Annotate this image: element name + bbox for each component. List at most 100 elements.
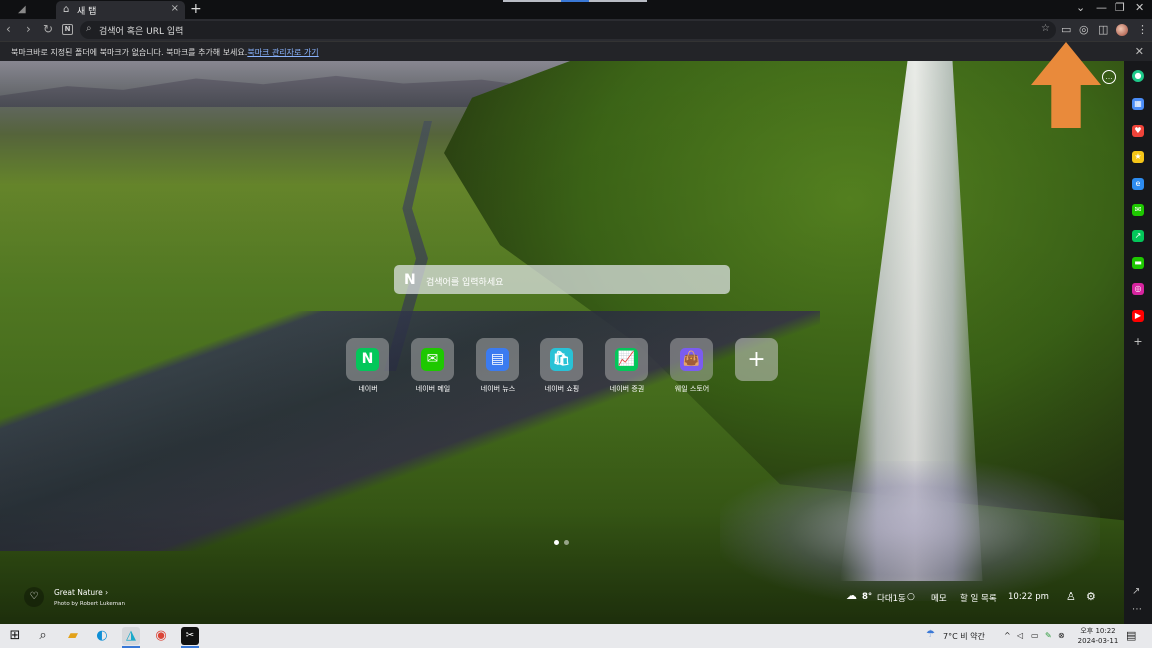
- chevron-right-icon: ›: [105, 588, 109, 597]
- shortcut-naver-mail[interactable]: ✉ 네이버 메일: [403, 338, 463, 398]
- sidebar-star-icon[interactable]: ★: [1132, 151, 1144, 163]
- profile-avatar[interactable]: [1116, 24, 1128, 36]
- taskbar-date: 2024-03-11: [1077, 637, 1119, 645]
- address-input[interactable]: 검색어 혹은 URL 입력: [99, 24, 183, 37]
- forward-icon[interactable]: ›: [26, 22, 31, 36]
- new-tab-icon: ⌂: [63, 4, 70, 15]
- whale-icon[interactable]: ◮: [122, 627, 140, 645]
- todo-link[interactable]: 할 일 목록: [960, 592, 997, 604]
- menu-icon[interactable]: ⋮: [1137, 23, 1148, 36]
- tray-app-icon[interactable]: ✎: [1045, 631, 1052, 640]
- shortcut-label: 웨일 스토어: [674, 385, 710, 393]
- chat-bubble-icon[interactable]: …: [1102, 70, 1116, 84]
- search-input[interactable]: 검색어를 입력하세요: [426, 275, 503, 288]
- whale-logo-icon: ◢: [18, 4, 26, 15]
- title-bar: ◢ ⌂ 새 탭 × + ⌄ — ❐ ✕: [0, 0, 1152, 19]
- windows-start-icon[interactable]: ⊞: [6, 627, 24, 645]
- weather-temperature[interactable]: 8°: [862, 592, 872, 602]
- close-window-icon[interactable]: ✕: [1135, 1, 1144, 14]
- taskbar-weather[interactable]: 7°C 비 약간: [943, 631, 985, 642]
- sidebar-youtube-icon[interactable]: ▶: [1132, 310, 1144, 322]
- address-bar[interactable]: ⌕ 검색어 혹은 URL 입력 ☆: [80, 21, 1056, 39]
- window-indicator: [503, 0, 561, 2]
- sidebar: ● ▦ ♥ ★ e ✉ ↗ ▬ ◎ ▶ + ↗ ⋯: [1124, 61, 1152, 624]
- clock-time: 10:22 pm: [1008, 592, 1049, 602]
- edge-icon[interactable]: ◐: [93, 627, 111, 645]
- stock-chart-icon: 📈: [615, 348, 638, 371]
- user-icon[interactable]: ♙: [1066, 590, 1076, 603]
- taskbar-clock[interactable]: 오후 10:22 2024-03-11: [1076, 626, 1120, 646]
- notification-icon[interactable]: ▤: [1126, 629, 1140, 643]
- shortcut-tile[interactable]: ✉: [411, 338, 454, 381]
- window-indicator: [589, 0, 647, 2]
- favorite-heart-icon[interactable]: ♡: [24, 587, 44, 607]
- volume-icon[interactable]: ◁: [1017, 631, 1023, 640]
- network-icon[interactable]: ▭: [1031, 631, 1039, 640]
- sidebar-green-circle-icon[interactable]: ●: [1132, 70, 1144, 82]
- tab-title: 새 탭: [77, 7, 97, 17]
- reload-icon[interactable]: ↻: [43, 22, 53, 36]
- shortcut-naver-shopping[interactable]: 🛍 네이버 쇼핑: [532, 338, 592, 398]
- sidebar-instagram-icon[interactable]: ◎: [1132, 283, 1144, 295]
- sidebar-more-icon[interactable]: ⋯: [1132, 604, 1142, 615]
- taskbar-time: 오후 10:22: [1080, 627, 1116, 635]
- shortcut-naver-stock[interactable]: 📈 네이버 증권: [597, 338, 657, 398]
- tab-list-chevron-icon[interactable]: ⌄: [1076, 1, 1085, 14]
- gear-icon[interactable]: ⚙: [1086, 590, 1096, 603]
- page-dot-active[interactable]: [554, 540, 559, 545]
- sidebar-chat-icon[interactable]: ▬: [1132, 257, 1144, 269]
- weather-cloud-icon: ☁: [846, 589, 857, 602]
- location-pin-icon: ○: [907, 592, 915, 602]
- shortcut-tile[interactable]: N: [346, 338, 389, 381]
- windows-taskbar: ⊞ ⌕ ▰ ◐ ◮ ◉ ✂ ☂ 7°C 비 약간 ^ ◁ ▭ ✎ ⊗ 오후 10…: [0, 624, 1152, 648]
- tab-close-icon[interactable]: ×: [171, 3, 179, 14]
- sidebar-add-icon[interactable]: +: [1132, 336, 1144, 348]
- sidebar-external-link-icon[interactable]: ↗: [1132, 586, 1140, 597]
- shortcut-naver[interactable]: N 네이버: [338, 338, 398, 398]
- shortcut-tile[interactable]: 📈: [605, 338, 648, 381]
- minimize-icon[interactable]: —: [1096, 1, 1107, 14]
- shopping-icon: 🛍: [550, 348, 573, 371]
- weather-rain-icon: ☂: [926, 629, 935, 640]
- tab-new-tab[interactable]: ⌂ 새 탭 ×: [56, 1, 185, 19]
- bookmark-message: 북마크바로 지정된 폴더에 북마크가 없습니다. 북마크를 추가해 보세요.북마…: [11, 48, 319, 57]
- sidebar-pocket-icon[interactable]: ♥: [1132, 125, 1144, 137]
- weather-location[interactable]: 다대1동: [877, 592, 906, 604]
- shortcut-whale-store[interactable]: 👜 웨일 스토어: [662, 338, 722, 398]
- capcut-icon[interactable]: ✂: [181, 627, 199, 645]
- shortcut-tile[interactable]: 👜: [670, 338, 713, 381]
- bookmark-manager-link[interactable]: 북마크 관리자로 가기: [247, 48, 318, 57]
- photo-credit: Photo by Robert Lukeman: [54, 601, 125, 607]
- shortcut-tile[interactable]: 🛍: [540, 338, 583, 381]
- naver-icon: N: [356, 348, 379, 371]
- sidebar-calendar-icon[interactable]: ▦: [1132, 98, 1144, 110]
- search-icon: ⌕: [86, 23, 92, 34]
- shortcut-naver-news[interactable]: ▤ 네이버 뉴스: [468, 338, 528, 398]
- tray-chevron-up-icon[interactable]: ^: [1004, 631, 1011, 640]
- file-explorer-icon[interactable]: ▰: [64, 627, 82, 645]
- shortcut-tile[interactable]: ▤: [476, 338, 519, 381]
- memo-link[interactable]: 메모: [931, 592, 947, 604]
- sidebar-translate-icon[interactable]: e: [1132, 178, 1144, 190]
- restore-icon[interactable]: ❐: [1115, 1, 1125, 14]
- capture-icon[interactable]: ◎: [1079, 23, 1089, 36]
- tray-blocked-icon[interactable]: ⊗: [1058, 631, 1065, 640]
- add-shortcut-button[interactable]: +: [735, 338, 778, 381]
- naver-logo-icon: N: [404, 272, 416, 288]
- photo-title[interactable]: Great Nature ›: [54, 588, 108, 597]
- bookmark-star-icon[interactable]: ☆: [1041, 23, 1050, 34]
- taskbar-search-icon[interactable]: ⌕: [34, 627, 52, 645]
- bookmark-bar-close-icon[interactable]: ✕: [1135, 45, 1144, 58]
- sidebar-stock-icon[interactable]: ↗: [1132, 230, 1144, 242]
- sidebar-panel-icon[interactable]: ▭: [1061, 23, 1071, 36]
- naver-home-icon[interactable]: N: [62, 24, 73, 35]
- news-icon: ▤: [486, 348, 509, 371]
- naver-search-box[interactable]: N 검색어를 입력하세요: [394, 265, 730, 294]
- chrome-icon[interactable]: ◉: [152, 627, 170, 645]
- new-tab-button[interactable]: +: [190, 1, 202, 17]
- page-dot[interactable]: [564, 540, 569, 545]
- back-icon[interactable]: ‹: [6, 22, 11, 36]
- split-view-icon[interactable]: ◫: [1098, 23, 1108, 36]
- add-shortcut[interactable]: +: [727, 338, 787, 398]
- sidebar-mail-icon[interactable]: ✉: [1132, 204, 1144, 216]
